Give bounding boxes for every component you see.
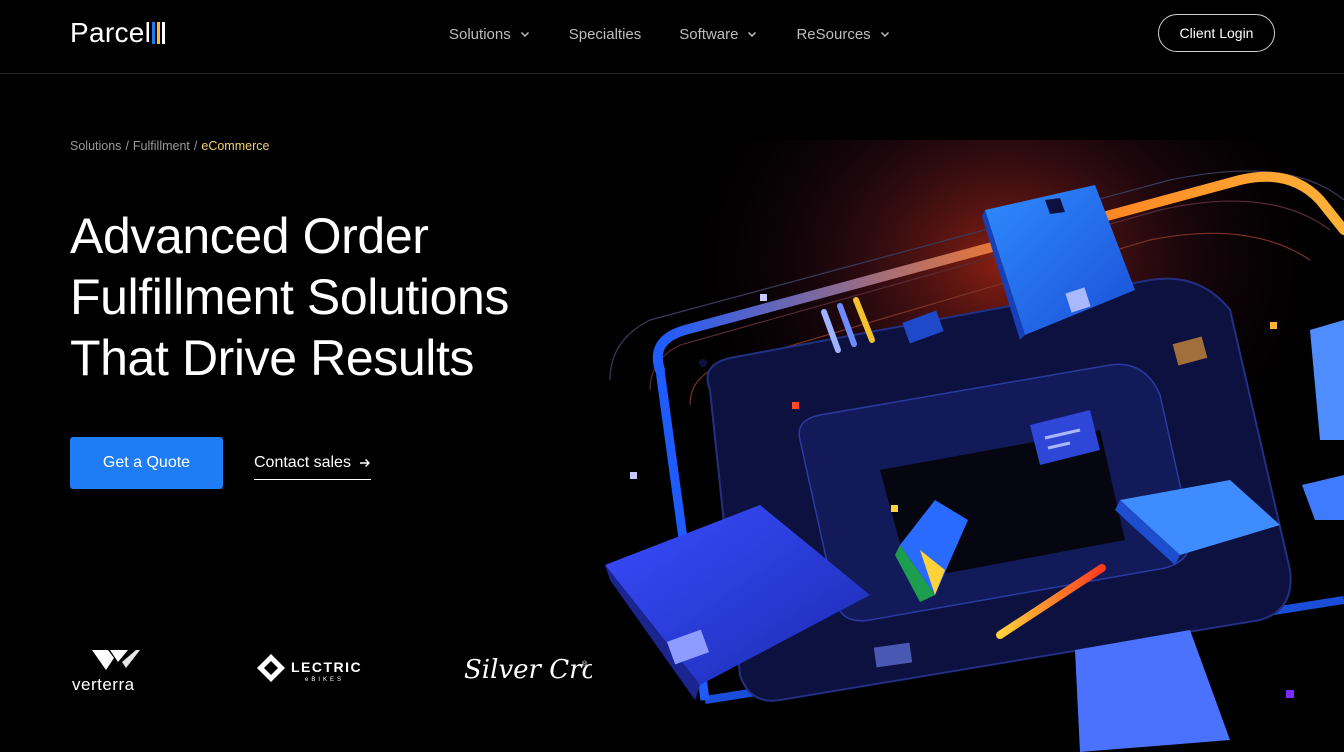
chevron-down-icon	[748, 31, 757, 38]
nav-item-resources[interactable]: ReSources	[796, 26, 890, 43]
chevron-down-icon	[520, 31, 529, 38]
title-line: Advanced Order	[70, 208, 429, 264]
breadcrumb-separator: /	[193, 139, 198, 153]
contact-sales-label: Contact sales	[254, 454, 351, 471]
lectric-logo: LECTRIC eBIKES	[257, 654, 362, 683]
svg-text:Silver Cross: Silver Cross	[464, 655, 592, 685]
get-a-quote-button[interactable]: Get a Quote	[70, 437, 223, 489]
nav-item-software[interactable]: Software	[679, 26, 758, 43]
title-line: That Drive Results	[70, 330, 475, 386]
svg-text:eBIKES: eBIKES	[305, 677, 344, 683]
site-header: Parcel Solutions Specialties Software Re…	[0, 0, 1344, 74]
breadcrumb-current: eCommerce	[201, 139, 270, 153]
title-line: Fulfillment Solutions	[70, 269, 510, 325]
nav-label: Software	[679, 25, 739, 43]
nav-label: Specialties	[568, 25, 642, 43]
nav-label: ReSources	[796, 25, 871, 43]
svg-text:®: ®	[582, 660, 588, 668]
nav-item-specialties[interactable]: Specialties	[569, 26, 642, 43]
arrow-right-icon	[359, 459, 370, 467]
chevron-down-icon	[880, 31, 889, 38]
silver-cross-logo: Silver Cross ®	[464, 655, 592, 685]
svg-text:LECTRIC: LECTRIC	[291, 659, 362, 675]
parcel-logo[interactable]: Parcel	[70, 16, 166, 50]
breadcrumb: Solutions / Fulfillment / eCommerce	[70, 139, 269, 153]
breadcrumb-separator: /	[125, 139, 129, 153]
svg-text:verterra: verterra	[72, 675, 135, 694]
verterra-logo: verterra	[72, 650, 140, 694]
breadcrumb-item-solutions[interactable]: Solutions	[70, 139, 121, 153]
nav-item-solutions[interactable]: Solutions	[449, 26, 531, 43]
client-login-button[interactable]: Client Login	[1158, 14, 1275, 52]
nav-label: Solutions	[449, 25, 511, 43]
main-nav: Solutions Specialties Software ReSources	[449, 22, 929, 46]
breadcrumb-item-fulfillment[interactable]: Fulfillment	[133, 139, 190, 153]
logo-text: Parcel	[70, 17, 152, 48]
contact-sales-link[interactable]: Contact sales	[254, 454, 371, 480]
fulfillment-illustration	[590, 140, 1344, 752]
page-title: Advanced Order Fulfillment Solutions Tha…	[70, 206, 590, 389]
logo-bars-icon	[152, 22, 166, 44]
